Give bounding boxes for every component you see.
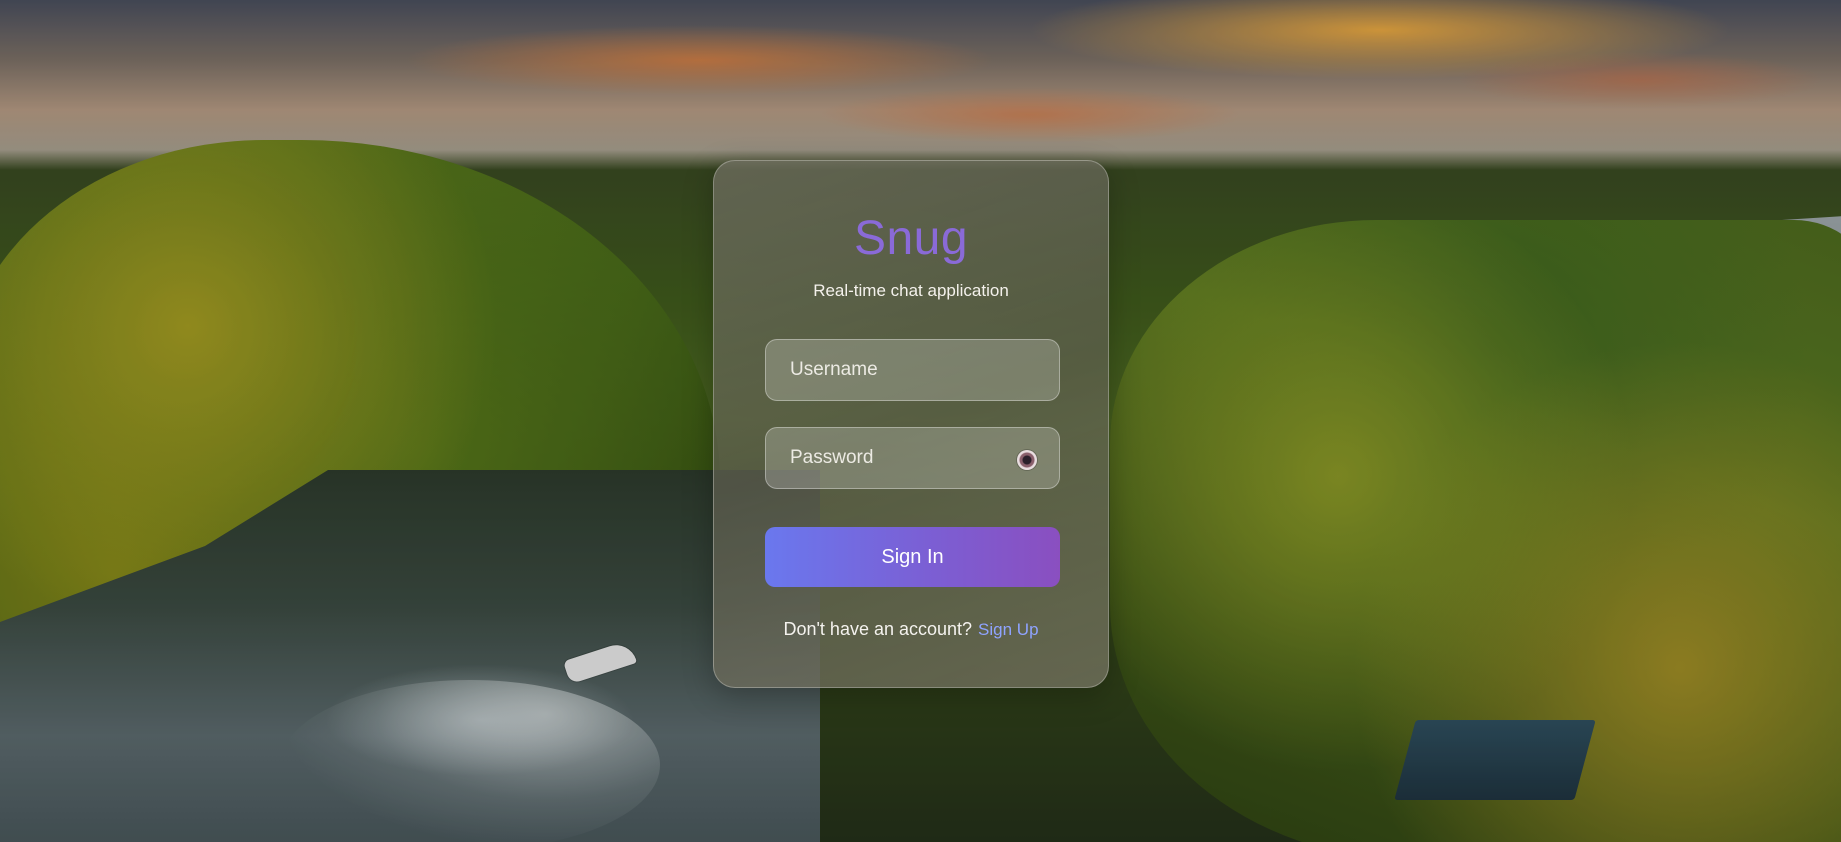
password-input[interactable]: [766, 428, 1059, 488]
eye-icon[interactable]: [1017, 450, 1037, 470]
login-card: Snug Real-time chat application Sign In …: [713, 160, 1109, 688]
signup-prompt: Don't have an account? Sign Up: [714, 619, 1108, 640]
sign-in-button[interactable]: Sign In: [765, 527, 1060, 587]
sign-up-link[interactable]: Sign Up: [978, 620, 1038, 639]
app-title: Snug: [853, 212, 969, 265]
username-field: [765, 339, 1060, 401]
signup-prompt-text: Don't have an account?: [783, 619, 973, 639]
username-input[interactable]: [766, 340, 1059, 400]
app-tagline: Real-time chat application: [813, 281, 1009, 300]
password-field: [765, 427, 1060, 489]
